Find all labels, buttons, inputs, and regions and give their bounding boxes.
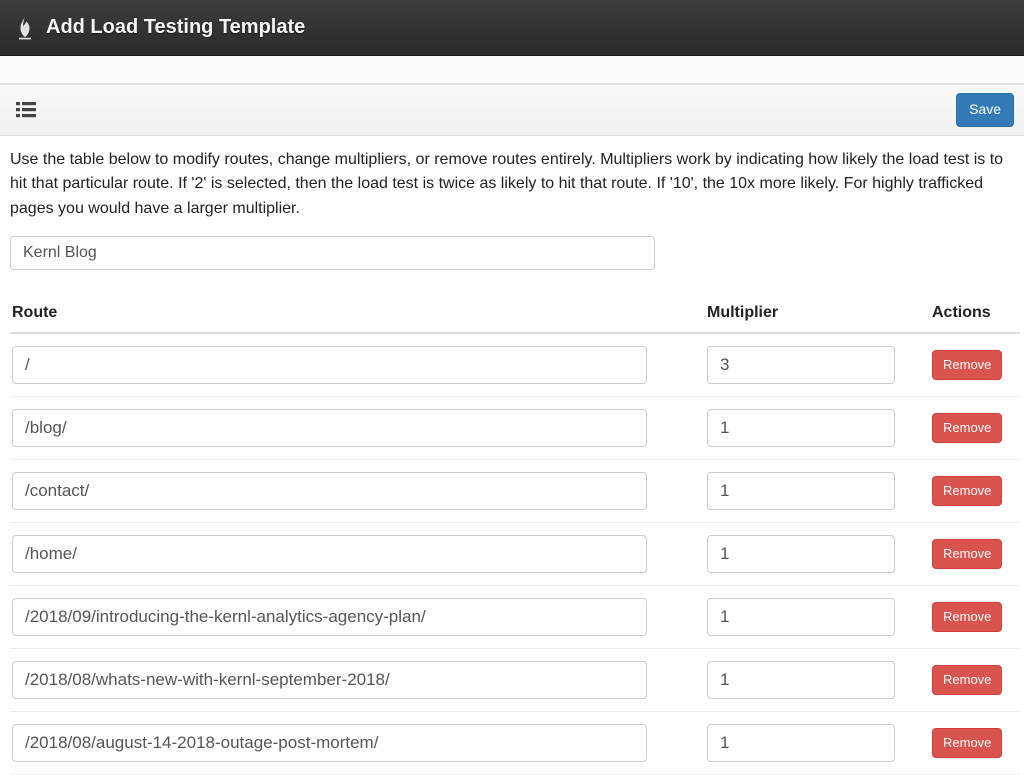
multiplier-input[interactable] <box>707 346 895 384</box>
multiplier-input[interactable] <box>707 535 895 573</box>
multiplier-input[interactable] <box>707 472 895 510</box>
table-header-multiplier: Multiplier <box>705 294 930 333</box>
route-input[interactable] <box>12 535 647 573</box>
route-input[interactable] <box>12 472 647 510</box>
table-row: Remove <box>10 648 1020 711</box>
template-name-input[interactable] <box>10 236 655 270</box>
list-view-icon[interactable] <box>10 99 42 121</box>
table-row: Remove <box>10 333 1020 397</box>
route-input[interactable] <box>12 724 647 762</box>
table-header-actions: Actions <box>930 294 1020 333</box>
route-input[interactable] <box>12 409 647 447</box>
table-row: Remove <box>10 585 1020 648</box>
page-title: Add Load Testing Template <box>46 16 305 39</box>
route-input[interactable] <box>12 661 647 699</box>
navbar-brand: Add Load Testing Template <box>16 16 305 40</box>
multiplier-input[interactable] <box>707 409 895 447</box>
route-input[interactable] <box>12 346 647 384</box>
multiplier-input[interactable] <box>707 724 895 762</box>
sub-navbar-gap <box>0 56 1024 84</box>
table-row: Remove <box>10 522 1020 585</box>
remove-button[interactable]: Remove <box>932 476 1002 506</box>
remove-button[interactable]: Remove <box>932 602 1002 632</box>
route-input[interactable] <box>12 598 647 636</box>
table-row: Remove <box>10 396 1020 459</box>
routes-table: Route Multiplier Actions Remove Remove Rem… <box>10 294 1020 775</box>
remove-button[interactable]: Remove <box>932 350 1002 380</box>
navbar: Add Load Testing Template <box>0 0 1024 56</box>
save-button[interactable]: Save <box>956 93 1014 127</box>
table-row: Remove <box>10 711 1020 774</box>
multiplier-input[interactable] <box>707 598 895 636</box>
table-header-route: Route <box>10 294 705 333</box>
multiplier-input[interactable] <box>707 661 895 699</box>
help-text: Use the table below to modify routes, ch… <box>10 148 1014 222</box>
remove-button[interactable]: Remove <box>932 665 1002 695</box>
remove-button[interactable]: Remove <box>932 539 1002 569</box>
remove-button[interactable]: Remove <box>932 728 1002 758</box>
flame-icon <box>16 16 34 40</box>
toolbar: Save <box>0 84 1024 136</box>
table-row: Remove <box>10 459 1020 522</box>
remove-button[interactable]: Remove <box>932 413 1002 443</box>
content-area: Use the table below to modify routes, ch… <box>0 136 1024 775</box>
